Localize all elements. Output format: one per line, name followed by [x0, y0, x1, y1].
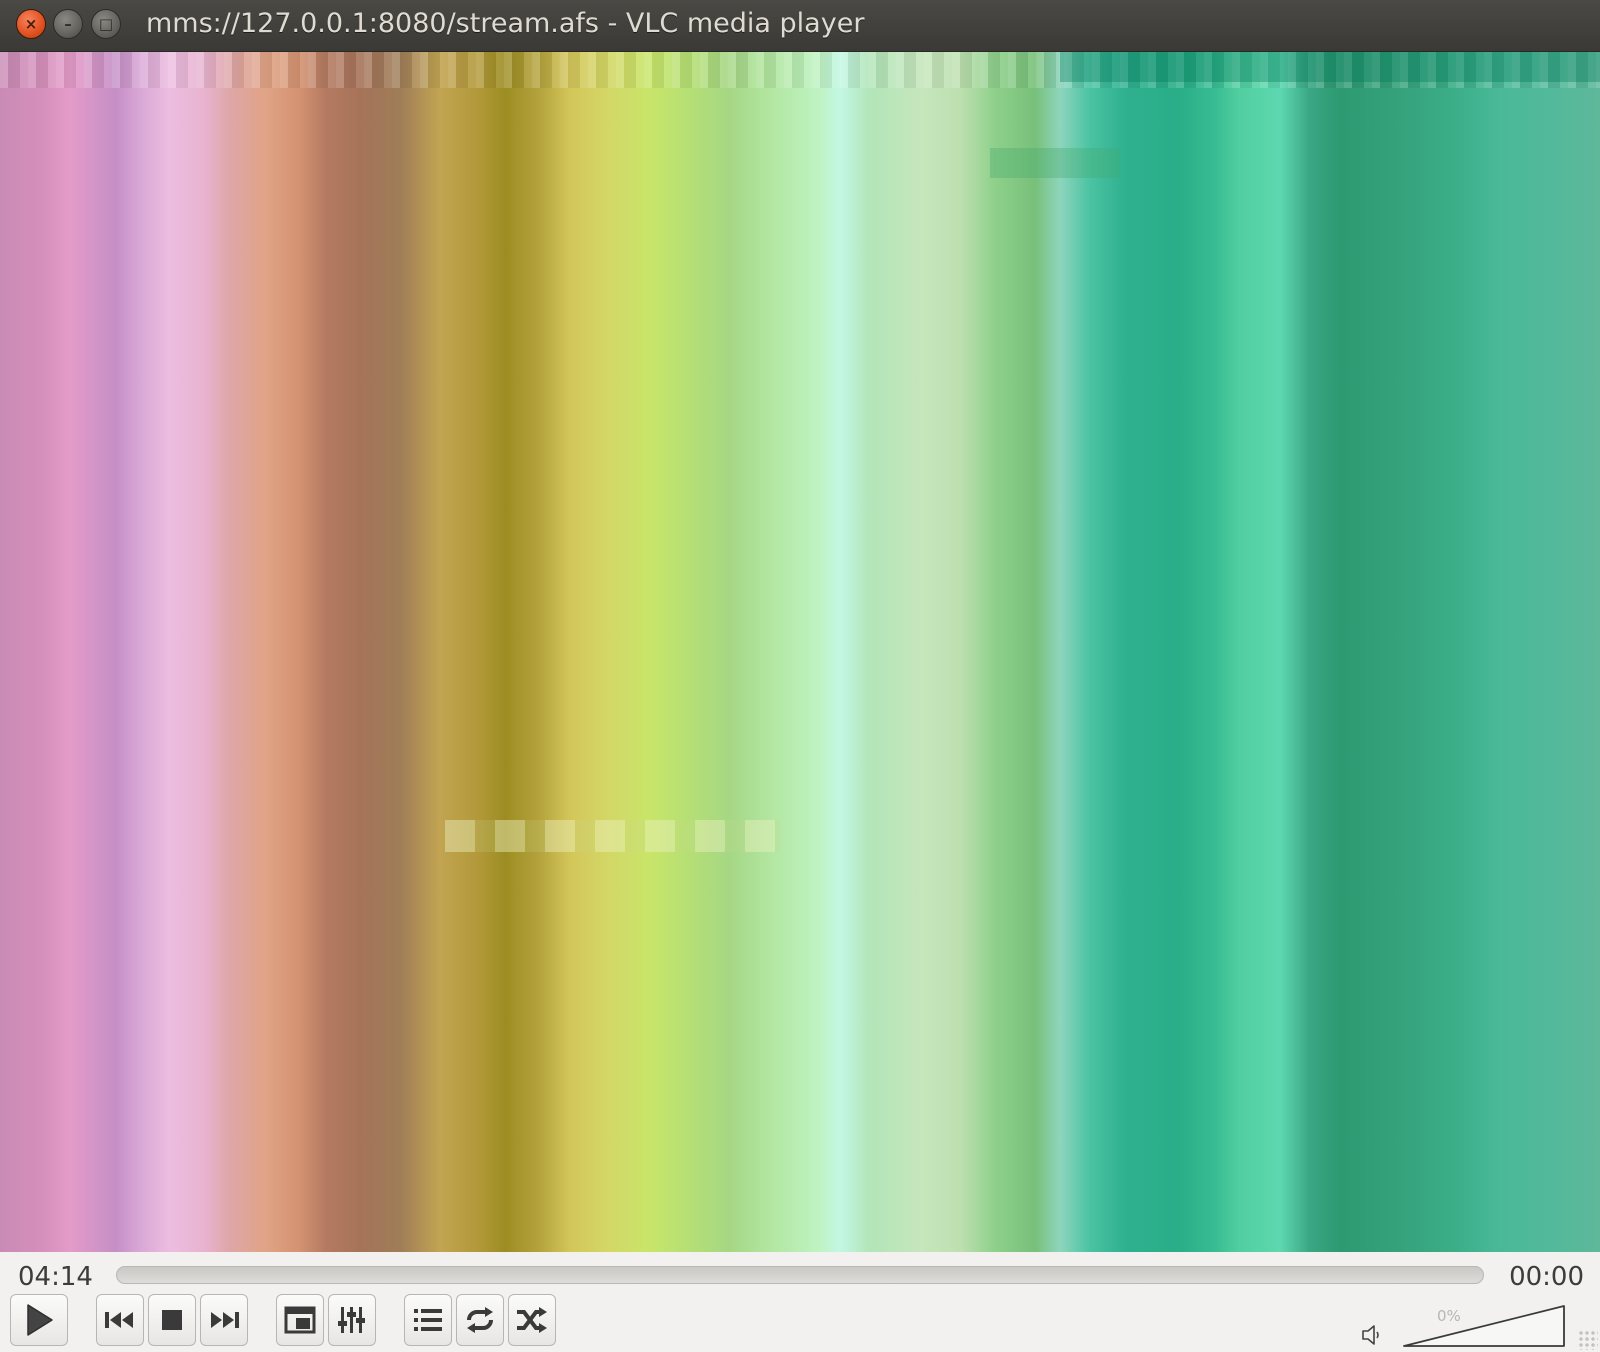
- playlist-icon: [414, 1309, 442, 1331]
- volume-slider[interactable]: [1400, 1302, 1568, 1348]
- play-button[interactable]: [10, 1294, 68, 1346]
- maximize-window-button[interactable]: □: [91, 9, 121, 39]
- video-artifact-band-right: [1060, 52, 1600, 82]
- next-button[interactable]: [200, 1294, 248, 1346]
- skip-back-icon: [105, 1312, 133, 1328]
- close-window-button[interactable]: ×: [16, 9, 46, 39]
- extended-settings-button[interactable]: [328, 1294, 376, 1346]
- stop-icon: [162, 1310, 182, 1330]
- vlc-window: × – □ mms://127.0.0.1:8080/stream.afs - …: [0, 0, 1600, 1352]
- elapsed-time[interactable]: 04:14: [18, 1262, 93, 1292]
- loop-button[interactable]: [456, 1294, 504, 1346]
- window-title: mms://127.0.0.1:8080/stream.afs - VLC me…: [146, 8, 865, 39]
- control-bar: 04:14 00:00 0%: [0, 1252, 1600, 1352]
- video-artifact-block: [445, 820, 780, 852]
- video-display[interactable]: [0, 52, 1600, 1252]
- playlist-button[interactable]: [404, 1294, 452, 1346]
- equalizer-sliders-icon: [338, 1307, 365, 1333]
- title-bar[interactable]: × – □ mms://127.0.0.1:8080/stream.afs - …: [0, 0, 1600, 52]
- speaker-icon[interactable]: [1360, 1322, 1386, 1348]
- skip-forward-icon: [211, 1312, 239, 1328]
- play-icon: [27, 1304, 53, 1336]
- seek-slider[interactable]: [116, 1266, 1484, 1284]
- minimize-window-button[interactable]: –: [53, 9, 83, 39]
- loop-icon: [467, 1307, 493, 1333]
- shuffle-icon: [517, 1307, 547, 1333]
- fullscreen-button[interactable]: [276, 1294, 324, 1346]
- fullscreen-icon: [284, 1306, 316, 1334]
- volume-percent-label: 0%: [1437, 1307, 1461, 1325]
- resize-grip[interactable]: [1578, 1330, 1598, 1350]
- stop-button[interactable]: [148, 1294, 196, 1346]
- shuffle-button[interactable]: [508, 1294, 556, 1346]
- video-artifact-block-upper: [990, 148, 1120, 178]
- previous-button[interactable]: [96, 1294, 144, 1346]
- total-time[interactable]: 00:00: [1509, 1262, 1584, 1292]
